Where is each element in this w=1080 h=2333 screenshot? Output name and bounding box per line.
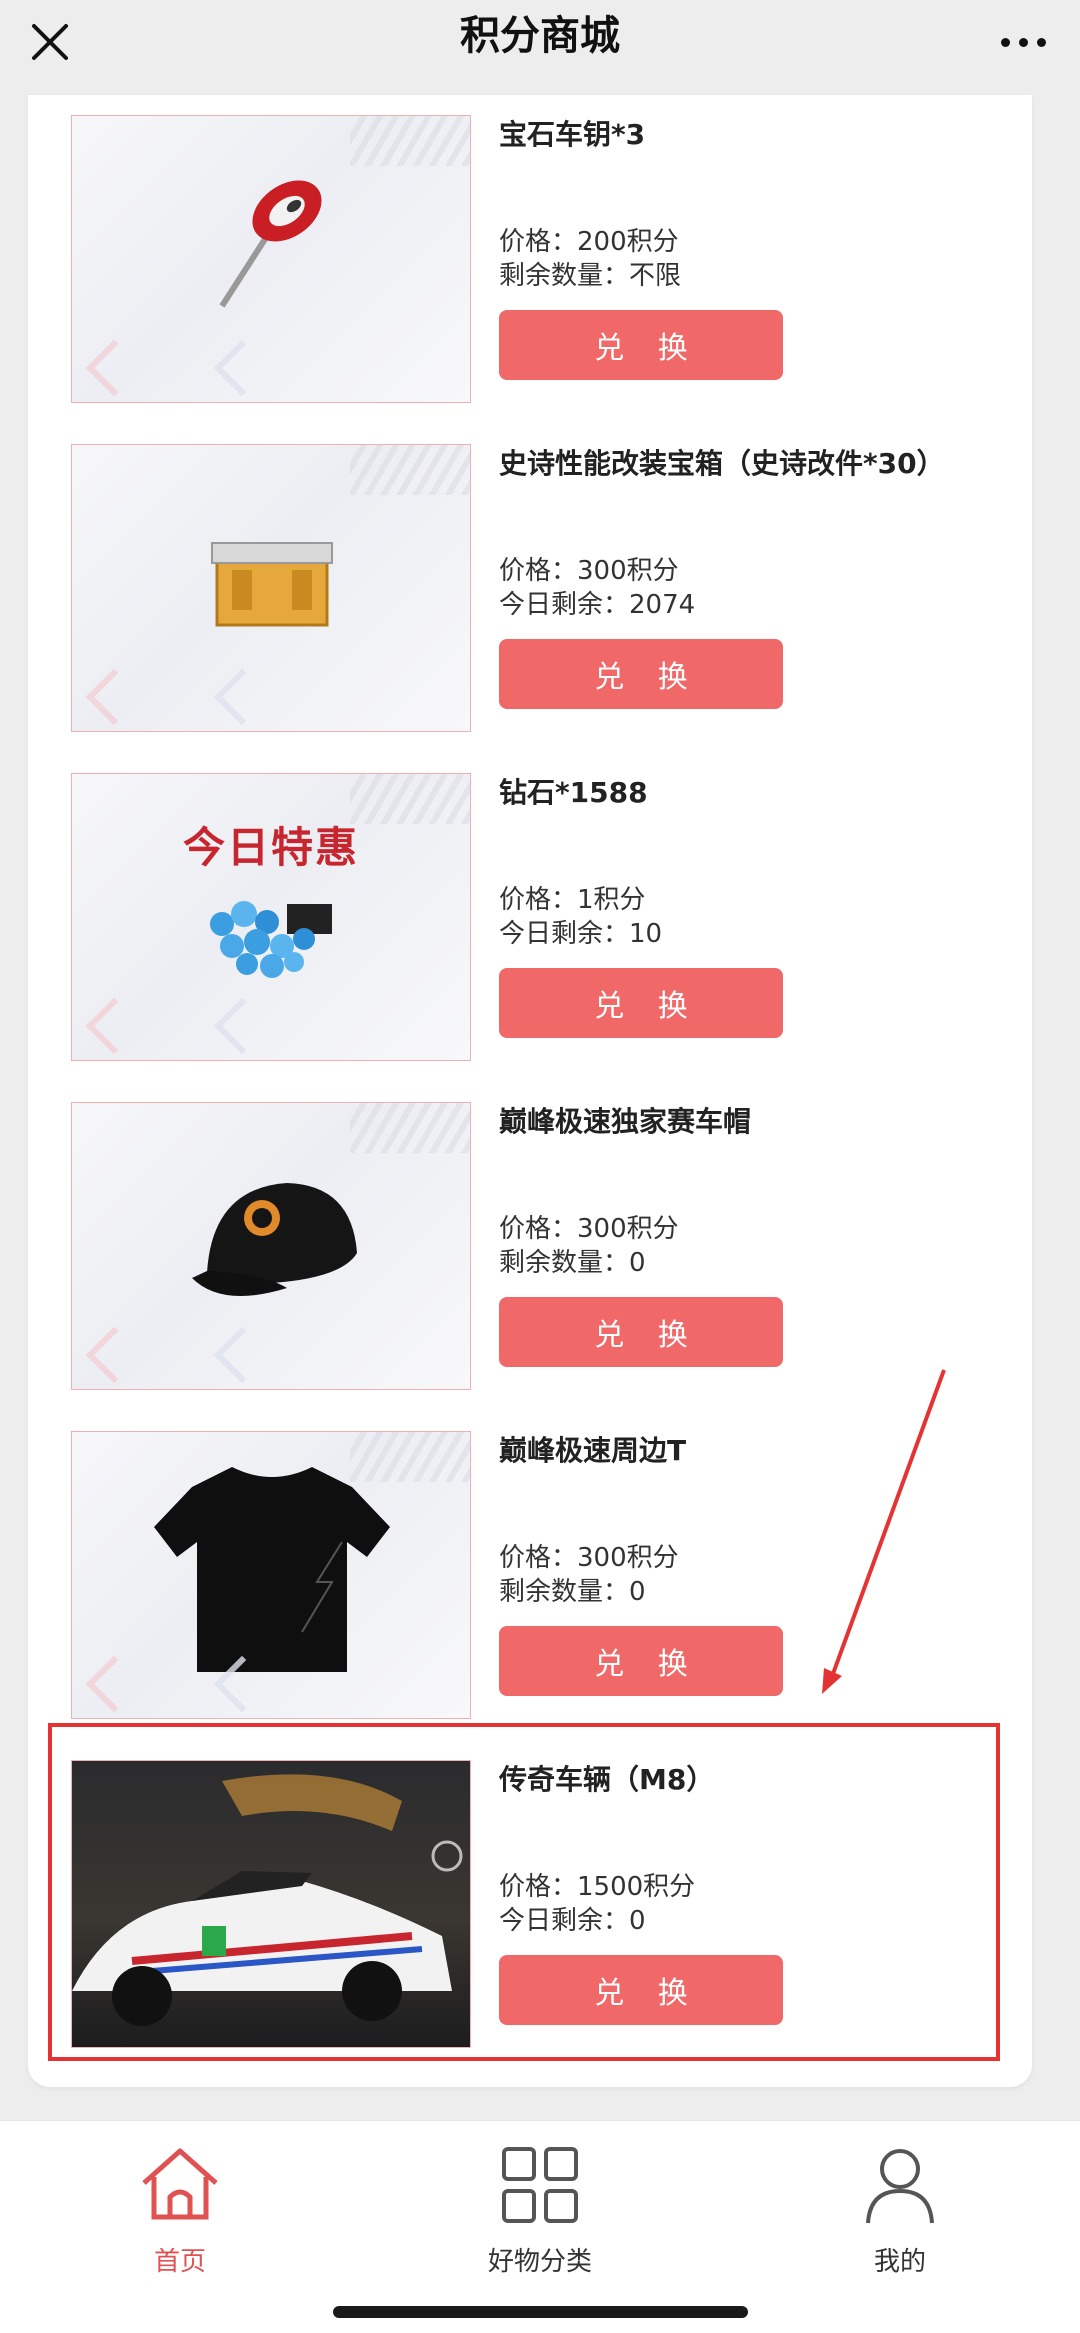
more-dot-icon: [1000, 37, 1010, 47]
redeem-button[interactable]: 兑 换: [499, 1955, 783, 2025]
decorative-stripes: [350, 1103, 470, 1153]
tab-label: 首页: [153, 2247, 206, 2277]
product-price: 价格：1500积分: [499, 1872, 696, 1902]
redeem-button[interactable]: 兑 换: [499, 968, 783, 1038]
top-navigation-bar: 积分商城: [0, 0, 1080, 95]
tab-label: 我的: [873, 2247, 926, 2277]
home-indicator[interactable]: [333, 2306, 748, 2318]
more-dot-icon: [1018, 37, 1028, 47]
tab-profile[interactable]: 我的: [800, 2143, 1000, 2303]
product-stock: 今日剩余：10: [499, 919, 663, 949]
tab-home[interactable]: 首页: [80, 2143, 280, 2303]
product-meta: 价格：1500积分 今日剩余：0: [499, 1870, 695, 1938]
product-image[interactable]: 今日特惠: [71, 773, 471, 1061]
product-item: 宝石车钥*3 价格：200积分 剩余数量：不限 兑 换: [28, 115, 1032, 403]
product-meta: 价格：200积分 剩余数量：不限: [499, 225, 681, 293]
product-image[interactable]: [71, 444, 471, 732]
product-item: 今日特惠 钻石*1588 价格：1积分 今日剩余：10 兑 换: [28, 773, 1032, 1061]
product-stock: 剩余数量：0: [499, 1248, 646, 1278]
product-image[interactable]: [71, 1431, 471, 1719]
product-item: 巅峰极速周边T 价格：300积分 剩余数量：0 兑 换: [28, 1431, 1032, 1719]
product-meta: 价格：1积分 今日剩余：10: [499, 883, 662, 951]
product-image[interactable]: [71, 115, 471, 403]
tab-label: 好物分类: [487, 2247, 592, 2277]
more-options-button[interactable]: [988, 14, 1058, 70]
product-stock: 今日剩余：0: [499, 1906, 646, 1936]
decorative-stripes: [350, 445, 470, 495]
product-name: 钻石*1588: [499, 776, 648, 809]
product-stock: 剩余数量：不限: [499, 261, 682, 291]
product-meta: 价格：300积分 剩余数量：0: [499, 1212, 679, 1280]
more-dot-icon: [1036, 37, 1046, 47]
product-meta: 价格：300积分 今日剩余：2074: [499, 554, 695, 622]
product-image[interactable]: [71, 1760, 471, 2048]
product-stock: 剩余数量：0: [499, 1577, 646, 1607]
redeem-button[interactable]: 兑 换: [499, 1626, 783, 1696]
product-name: 巅峰极速周边T: [499, 1434, 687, 1467]
product-price: 价格：1积分: [499, 885, 646, 915]
product-item: 史诗性能改装宝箱（史诗改件*30） 价格：300积分 今日剩余：2074 兑 换: [28, 444, 1032, 732]
decorative-stripes: [350, 116, 470, 166]
redeem-button[interactable]: 兑 换: [499, 1297, 783, 1367]
product-image[interactable]: [71, 1102, 471, 1390]
product-name: 传奇车辆（M8）: [499, 1763, 715, 1796]
product-name: 宝石车钥*3: [499, 118, 646, 151]
product-price: 价格：300积分: [499, 1543, 679, 1573]
tab-categories[interactable]: 好物分类: [440, 2143, 640, 2303]
product-list: 宝石车钥*3 价格：200积分 剩余数量：不限 兑 换 史诗性能改装宝箱（史诗改…: [28, 95, 1032, 2087]
product-price: 价格：300积分: [499, 1214, 679, 1244]
product-item: 巅峰极速独家赛车帽 价格：300积分 剩余数量：0 兑 换: [28, 1102, 1032, 1390]
redeem-button[interactable]: 兑 换: [499, 310, 783, 380]
product-item: 传奇车辆（M8） 价格：1500积分 今日剩余：0 兑 换: [28, 1760, 1032, 2048]
profile-icon: [866, 2149, 934, 2224]
home-icon: [142, 2148, 218, 2220]
product-meta: 价格：300积分 剩余数量：0: [499, 1541, 679, 1609]
category-grid-icon: [502, 2147, 578, 2223]
promo-banner: 今日特惠: [182, 823, 359, 872]
redeem-button[interactable]: 兑 换: [499, 639, 783, 709]
product-price: 价格：300积分: [499, 556, 679, 586]
product-name: 史诗性能改装宝箱（史诗改件*30）: [499, 447, 945, 480]
page-title: 积分商城: [460, 13, 620, 59]
product-name: 巅峰极速独家赛车帽: [499, 1105, 752, 1138]
product-stock: 今日剩余：2074: [499, 590, 696, 620]
m8-car-image: [72, 1774, 463, 2026]
decorative-stripes: [350, 1432, 470, 1482]
bottom-tab-bar: 首页 好物分类 我的: [0, 2120, 1080, 2333]
product-price: 价格：200积分: [499, 227, 679, 257]
